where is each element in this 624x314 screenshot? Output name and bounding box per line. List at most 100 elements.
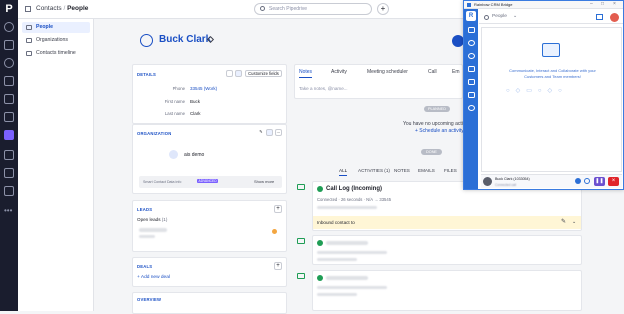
crm-hold-button[interactable]: ❚❚ bbox=[594, 177, 605, 186]
crm-settings-icon[interactable] bbox=[468, 53, 475, 59]
schedule-activity-link[interactable]: + Schedule an activity bbox=[415, 128, 464, 134]
tab-call[interactable]: Call bbox=[428, 69, 437, 75]
tab-notes[interactable]: Notes bbox=[299, 69, 313, 78]
crm-gear-icon[interactable] bbox=[468, 105, 475, 111]
tab-meeting-scheduler[interactable]: Meeting scheduler bbox=[367, 69, 408, 75]
crm-titlebar: Rainbow CRM Bridge – □ × bbox=[464, 1, 623, 9]
edit-note-icon[interactable]: ✎ bbox=[561, 218, 566, 225]
call-icon bbox=[297, 273, 305, 279]
activity-item-blurred[interactable] bbox=[312, 270, 582, 311]
check-icon[interactable] bbox=[317, 275, 323, 281]
crm-feature-icons: ○◇▭○◇○ bbox=[506, 88, 568, 94]
last-name-value[interactable]: Clark bbox=[190, 111, 201, 116]
minimize-icon[interactable]: – bbox=[590, 1, 593, 7]
nav-item-people[interactable]: People bbox=[22, 22, 90, 33]
marketplace-icon[interactable] bbox=[4, 186, 14, 196]
details-card: DETAILS Customize fields Phone 33545 (Wo… bbox=[132, 64, 287, 124]
crm-contacts-icon[interactable] bbox=[468, 27, 475, 33]
search-box[interactable]: Search Pipedrive bbox=[254, 3, 372, 15]
lead-title-blurred[interactable] bbox=[139, 228, 167, 232]
maximize-icon[interactable]: □ bbox=[601, 1, 604, 7]
crm-phone-icon[interactable] bbox=[468, 79, 475, 85]
crm-logo-icon[interactable]: R bbox=[466, 11, 476, 21]
activities-icon[interactable] bbox=[4, 58, 14, 68]
crm-mute-icon[interactable] bbox=[584, 178, 590, 184]
products-icon[interactable] bbox=[4, 168, 14, 178]
search-input[interactable]: Search Pipedrive bbox=[269, 6, 307, 12]
activity-title-blurred bbox=[326, 241, 368, 245]
quick-add-button[interactable]: + bbox=[377, 3, 389, 15]
crm-chat-illustration-icon bbox=[542, 43, 560, 57]
check-icon[interactable] bbox=[317, 240, 323, 246]
person-name[interactable]: Buck Clark bbox=[159, 34, 211, 45]
crm-screen-icon[interactable] bbox=[596, 14, 603, 20]
crm-history-icon[interactable] bbox=[468, 66, 475, 72]
mail-icon[interactable] bbox=[4, 94, 14, 104]
calendar-icon[interactable] bbox=[4, 112, 14, 122]
crm-hangup-button[interactable]: × bbox=[608, 177, 619, 186]
campaigns-icon[interactable] bbox=[4, 76, 14, 86]
sidebar-toggle-icon[interactable] bbox=[25, 6, 31, 12]
last-name-label: Last name bbox=[164, 111, 185, 116]
edit-details-button[interactable] bbox=[226, 70, 233, 77]
activity-title-blurred bbox=[326, 276, 368, 280]
nav-item-label: Contacts timeline bbox=[36, 50, 76, 56]
pipedrive-logo[interactable]: P bbox=[3, 3, 15, 15]
first-name-value[interactable]: Buck bbox=[190, 99, 200, 104]
open-leads-label: Open leads (1) bbox=[137, 217, 167, 222]
add-new-deal-link[interactable]: + Add new deal bbox=[137, 275, 170, 280]
add-deal-icon-button[interactable]: + bbox=[274, 262, 282, 270]
phone-value[interactable]: 33545 (Work) bbox=[190, 86, 217, 91]
crm-scope-chevron-icon[interactable]: ⌄ bbox=[513, 13, 517, 19]
crm-messages-icon[interactable] bbox=[468, 92, 475, 98]
crm-sidebar: R bbox=[464, 9, 478, 189]
filter-all[interactable]: ALL bbox=[339, 168, 348, 176]
caller-status: Connected call bbox=[495, 182, 517, 187]
no-activities-text: You have no upcoming activ bbox=[403, 121, 466, 127]
contacts-icon[interactable] bbox=[4, 130, 14, 140]
organization-card: ORGANIZATION ✎ … ais demo Smart Contact … bbox=[132, 124, 287, 194]
person-icon bbox=[26, 25, 32, 30]
deals-card: DEALS + + Add new deal bbox=[132, 257, 287, 287]
filter-emails[interactable]: EMAILS bbox=[418, 168, 435, 173]
check-icon[interactable] bbox=[317, 186, 323, 192]
customize-fields-button[interactable]: Customize fields bbox=[245, 70, 282, 77]
call-log-title[interactable]: Call Log (Incoming) bbox=[326, 186, 382, 192]
breadcrumb-contacts[interactable]: Contacts bbox=[36, 5, 62, 12]
org-more-button[interactable]: … bbox=[275, 129, 282, 136]
more-icon[interactable]: ••• bbox=[4, 206, 12, 215]
tab-activity[interactable]: Activity bbox=[331, 69, 347, 75]
leads-icon[interactable] bbox=[4, 22, 14, 32]
deals-icon[interactable] bbox=[4, 40, 14, 50]
org-name[interactable]: ais demo bbox=[184, 152, 204, 158]
close-icon[interactable]: × bbox=[613, 1, 616, 7]
activity-detail-blurred bbox=[317, 258, 357, 261]
crm-user-avatar[interactable] bbox=[610, 13, 619, 22]
crm-header: People ⌄ bbox=[479, 12, 623, 24]
caller-name[interactable]: Buck Clark (1033054) bbox=[495, 177, 530, 181]
filter-files[interactable]: FILES bbox=[444, 168, 457, 173]
org-filter-button[interactable] bbox=[266, 129, 273, 136]
planned-badge: PLANNED bbox=[424, 106, 450, 112]
composer: Notes Activity Meeting scheduler Call Em… bbox=[294, 64, 463, 99]
filter-notes[interactable]: NOTES bbox=[394, 168, 410, 173]
filter-button[interactable] bbox=[235, 70, 242, 77]
crm-search-icon[interactable] bbox=[468, 40, 475, 46]
edit-org-icon[interactable]: ✎ bbox=[258, 129, 264, 135]
crm-search-scope[interactable]: People bbox=[492, 14, 507, 19]
nav-item-contacts-timeline[interactable]: Contacts timeline bbox=[22, 48, 90, 59]
leads-header: LEADS bbox=[137, 207, 153, 212]
show-more-link[interactable]: Show more bbox=[254, 179, 274, 184]
add-lead-button[interactable]: + bbox=[274, 205, 282, 213]
nav-item-organizations[interactable]: Organizations bbox=[22, 35, 90, 46]
note-input[interactable]: Take a notes, @name... bbox=[299, 86, 348, 91]
advanced-badge: ADVANCED bbox=[197, 179, 219, 183]
tab-email[interactable]: Em bbox=[452, 69, 460, 75]
insights-icon[interactable] bbox=[4, 150, 14, 160]
org-avatar bbox=[169, 150, 178, 159]
contacts-nav: People Organizations Contacts timeline bbox=[18, 19, 94, 311]
filter-activities[interactable]: ACTIVITIES (1) bbox=[358, 168, 390, 173]
crm-transfer-icon[interactable] bbox=[575, 178, 581, 184]
activity-item-blurred[interactable] bbox=[312, 235, 582, 265]
expand-icon[interactable]: ⌄ bbox=[572, 219, 576, 225]
